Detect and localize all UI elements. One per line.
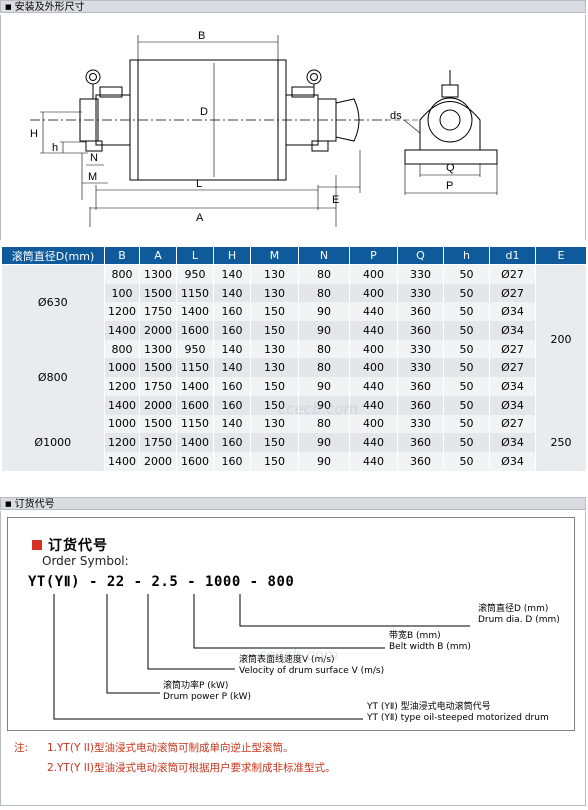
note-prefix: 注:	[14, 742, 29, 754]
label-drum-dia: 滚筒直径D (mm) Drum dia. D (mm)	[478, 604, 560, 625]
label-belt-width: 带宽B (mm) Belt width B (mm)	[389, 631, 471, 652]
watermark: ccecb.com	[258, 646, 339, 664]
label-power: 滚筒功率P (kW) Drum power P (kW)	[163, 681, 252, 702]
note-item: 1.YT(Y II)型油浸式电动滚筒可制成单向逆止型滚筒。	[47, 742, 294, 754]
watermark: ccecb.com	[278, 400, 359, 418]
note-item: 2.YT(Y II)型油浸式电动滚筒可根据用户要求制成非标准型式。	[47, 762, 336, 774]
label-type: YT (YⅡ) 型油浸式电动滚筒代号 YT (YⅡ) type oil-steep…	[367, 702, 549, 723]
